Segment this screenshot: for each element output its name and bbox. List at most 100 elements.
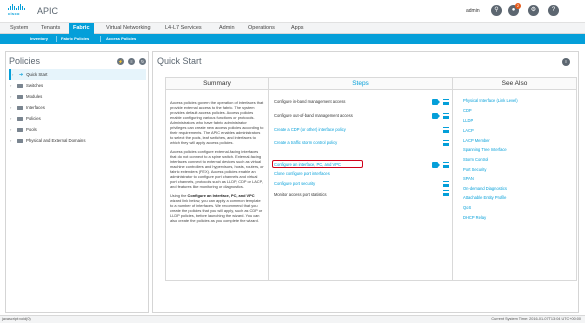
quick-start-table: Summary Access policies govern the opera…: [165, 77, 577, 281]
step-storm-control-link[interactable]: Create a traffic storm control policy: [274, 140, 337, 145]
help-icon[interactable]: ?: [548, 5, 559, 16]
tree-item-label: Switches: [26, 83, 44, 88]
quick-start-panel: Quick Start ≡ Summary Access policies go…: [152, 51, 579, 313]
see-also-link[interactable]: LACP Member: [463, 138, 490, 143]
tree-item-modules[interactable]: › Modules: [9, 91, 146, 102]
cisco-logo: cisco: [8, 4, 26, 16]
video-icon[interactable]: [432, 113, 440, 119]
see-also-link[interactable]: Storm Control: [463, 157, 488, 162]
step-cdp-policy-link[interactable]: Create a CDP (or other) interface policy: [274, 127, 346, 132]
tree-item-interfaces[interactable]: › Interfaces: [9, 102, 146, 113]
sub-nav-divider: [100, 36, 101, 42]
cisco-wordmark: cisco: [8, 11, 20, 16]
status-url: javascript:void(0): [2, 317, 31, 321]
step-out-of-band-mgmt[interactable]: Configure out-of-band management access: [274, 113, 353, 118]
tree-item-label: Physical and External Domains: [26, 138, 86, 143]
app-title: APIC: [37, 6, 59, 16]
chevron-right-icon[interactable]: ›: [10, 80, 11, 91]
policies-panel: Policies ⚡ ≡ ↻ › ➔ Quick Start › Switches…: [5, 51, 149, 313]
list-icon[interactable]: [443, 127, 449, 133]
summary-paragraph: Access policies configure external-facin…: [170, 149, 264, 189]
list-icon[interactable]: [443, 140, 449, 146]
tree-item-physical-external-domains[interactable]: › Physical and External Domains: [9, 135, 146, 146]
subtab-access-policies[interactable]: Access Policies: [106, 34, 136, 44]
tree-item-label: Interfaces: [26, 105, 45, 110]
folder-icon: [17, 94, 23, 99]
chevron-right-icon: ›: [12, 72, 14, 77]
list-icon[interactable]: [443, 190, 449, 196]
quick-start-icon[interactable]: ⚡: [117, 58, 124, 65]
summary-text-run: wizard link below, you can apply a commo…: [170, 198, 263, 223]
status-bar: javascript:void(0) Current System Time: …: [0, 315, 585, 323]
see-also-link[interactable]: QoS: [463, 205, 471, 210]
folder-icon: [17, 83, 23, 88]
list-icon[interactable]: [443, 162, 449, 168]
step-in-band-mgmt[interactable]: Configure in-band management access: [274, 99, 345, 104]
tree-item-switches[interactable]: › Switches: [9, 80, 146, 91]
video-icon[interactable]: [432, 99, 440, 105]
see-also-link[interactable]: Port Security: [463, 167, 486, 172]
subtab-fabric-policies[interactable]: Fabric Policies: [61, 34, 89, 44]
tree-item-label: Quick Start: [26, 72, 48, 77]
see-also-link[interactable]: Spanning Tree Interface: [463, 147, 507, 152]
summary-text: Access policies govern the operation of …: [166, 90, 268, 223]
subtab-inventory[interactable]: Inventory: [30, 34, 48, 44]
see-also-heading: See Also: [453, 78, 576, 90]
summary-paragraph: Access policies govern the operation of …: [170, 100, 264, 145]
refresh-icon[interactable]: ↻: [139, 58, 146, 65]
step-monitor-port-stats[interactable]: Monitor access port statistics: [274, 192, 327, 197]
see-also-link[interactable]: LACP: [463, 128, 474, 133]
tree-item-label: Policies: [26, 116, 41, 121]
tree-item-pools[interactable]: › Pools: [9, 124, 146, 135]
summary-paragraph: Using the Configure an Interface, PC, an…: [170, 193, 264, 223]
bell-icon[interactable]: ● 2: [508, 3, 521, 16]
panel-title: Policies: [9, 56, 41, 66]
sub-nav-divider: [56, 36, 57, 42]
chevron-right-icon[interactable]: ›: [10, 102, 11, 113]
chevron-right-icon[interactable]: ›: [10, 91, 11, 102]
steps-column: Steps Configure in-band management acces…: [269, 78, 453, 280]
see-also-link[interactable]: Attachable Entity Profile: [463, 195, 506, 200]
summary-heading: Summary: [166, 78, 268, 90]
notification-badge: 2: [515, 3, 521, 9]
list-icon[interactable]: [443, 181, 449, 187]
list-icon[interactable]: [443, 113, 449, 119]
page-title: Quick Start: [157, 56, 202, 66]
chevron-right-icon[interactable]: ›: [10, 135, 11, 146]
see-also-link[interactable]: On-demand Diagnostics: [463, 186, 507, 191]
main-nav: System Tenants Fabric Virtual Networking…: [0, 22, 585, 35]
step-clone-port-interfaces-link[interactable]: Clone configure port interfaces: [274, 171, 330, 176]
tree-item-quick-start[interactable]: › ➔ Quick Start: [9, 69, 146, 80]
folder-icon: [17, 138, 23, 143]
search-icon[interactable]: ⚲: [491, 5, 502, 16]
list-icon[interactable]: [443, 99, 449, 105]
step-port-security-link[interactable]: Configure port security: [274, 181, 315, 186]
chevron-right-icon[interactable]: ›: [10, 124, 11, 135]
tree-item-label: Pools: [26, 127, 37, 132]
chevron-right-icon[interactable]: ›: [10, 113, 11, 124]
see-also-link[interactable]: SPAN: [463, 176, 474, 181]
folder-icon: [17, 127, 23, 132]
sub-nav: Inventory Fabric Policies Access Policie…: [0, 34, 585, 44]
bolt-icon: ➔: [19, 72, 24, 78]
tree-item-label: Modules: [26, 94, 43, 99]
gear-icon[interactable]: ⚙: [528, 5, 539, 16]
tree-item-policies[interactable]: › Policies: [9, 113, 146, 124]
step-configure-interface-pc-vpc-link[interactable]: Configure an interface, PC, and VPC: [274, 162, 341, 167]
see-also-link[interactable]: DHCP Relay: [463, 215, 486, 220]
see-also-column: See Also Physical Interface (Link Level)…: [453, 78, 576, 280]
folder-icon: [17, 116, 23, 121]
see-also-link[interactable]: Physical Interface (Link Level): [463, 98, 518, 103]
cisco-logo-bars: [8, 4, 26, 10]
top-bar: cisco APIC admin ⚲ ● 2 ⚙ ?: [0, 0, 585, 22]
user-menu[interactable]: admin: [466, 8, 480, 14]
menu-icon[interactable]: ≡: [562, 58, 570, 66]
see-also-link[interactable]: LLDP: [463, 118, 473, 123]
video-icon[interactable]: [432, 162, 440, 168]
see-also-link[interactable]: CDP: [463, 108, 472, 113]
system-time: Current System Time: 2016-01-07T13:04 UT…: [491, 317, 581, 321]
policy-tree: › ➔ Quick Start › Switches › Modules › In…: [9, 69, 146, 146]
steps-heading: Steps: [269, 78, 452, 90]
tree-view-icon[interactable]: ≡: [128, 58, 135, 65]
summary-column: Summary Access policies govern the opera…: [166, 78, 269, 280]
